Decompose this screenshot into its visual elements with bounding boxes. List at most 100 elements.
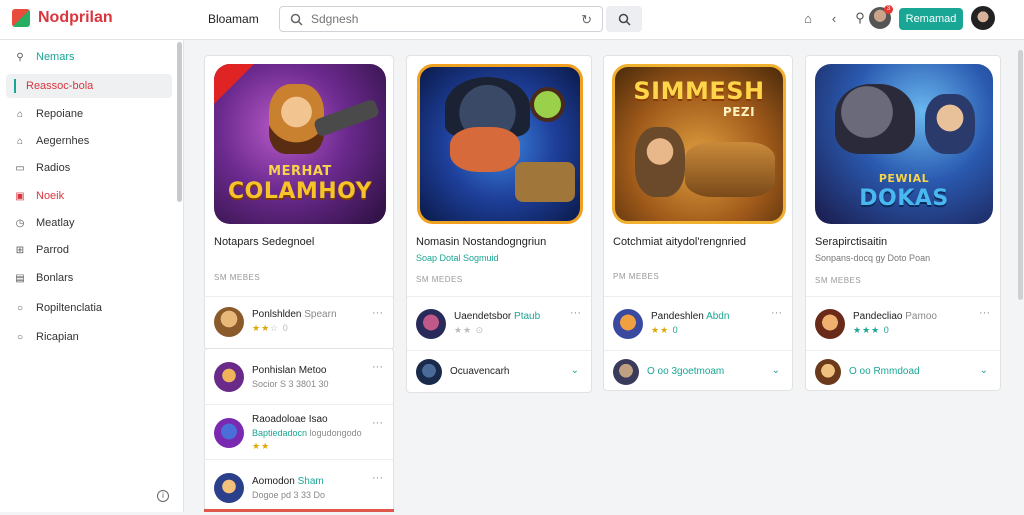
- list-item[interactable]: Raoadoloae Isao Baptiedadocn logudongodo…: [205, 404, 393, 460]
- sidebar-item-6[interactable]: ◷ Meatlay: [6, 211, 172, 235]
- card-title: Cotchmiat aitydol'rengnried: [613, 236, 746, 248]
- main-scrollbar[interactable]: [1018, 50, 1023, 300]
- primary-action-button[interactable]: Remamad: [899, 8, 963, 30]
- item-sub: logudongodo: [309, 427, 362, 438]
- item-title: Raoadoloae Isao: [252, 413, 328, 425]
- card-expand-row[interactable]: Ocuavencarh ⌄: [407, 350, 591, 392]
- rating-stars: ★★ ⊙: [454, 325, 485, 335]
- creature-shape: [835, 84, 915, 154]
- game-art[interactable]: MERHAT COLAMHOY: [214, 64, 386, 224]
- item-thumb: [214, 472, 244, 503]
- sidebar-item-1[interactable]: Reassoc-bola: [6, 74, 172, 98]
- info-icon[interactable]: i: [157, 490, 169, 502]
- card-player-row[interactable]: Pandecliao Pamoo ★★★ 0 ···: [806, 296, 1000, 350]
- more-icon[interactable]: ···: [771, 307, 782, 319]
- home-icon[interactable]: ⌂: [800, 10, 816, 26]
- stars-filled: ★★: [651, 325, 670, 335]
- card-expand-row[interactable]: O oo 3goetmoam ⌄: [604, 350, 792, 392]
- user-avatar[interactable]: [971, 6, 995, 30]
- card-player-row[interactable]: Pandeshlen Abdn ★★ 0 ···: [604, 296, 792, 350]
- notification-badge: 3: [884, 5, 893, 14]
- game-card[interactable]: Nomasin Nostandogngriun Soap Dotal Sogmu…: [406, 55, 592, 393]
- refresh-icon[interactable]: ↻: [581, 12, 592, 28]
- sidebar-item-label: Reassoc-bola: [26, 80, 94, 92]
- more-icon[interactable]: ···: [372, 361, 383, 373]
- card-player-row[interactable]: Ponlshlden Spearn ★★☆ 0 ···: [205, 296, 393, 346]
- card-expand-row[interactable]: O oo Rmmdoad ⌄: [806, 350, 1000, 392]
- sidebar-item-label: Parrod: [36, 244, 70, 256]
- item-thumb: [214, 417, 244, 448]
- expand-avatar: [416, 358, 442, 385]
- row-title-extra: Spearn: [304, 309, 337, 320]
- plus-box-icon: ⊞: [15, 244, 25, 256]
- sidebar-item-5[interactable]: ▣ Noeik: [6, 184, 172, 208]
- sidebar-item-label: Nemars: [36, 51, 75, 63]
- item-accent: Baptiedadocn: [252, 427, 308, 438]
- sidebar-item-2[interactable]: ⌂ Repoiane: [6, 102, 172, 126]
- list-item[interactable]: Ponhislan Metoo Socior S 3 3801 30 ···: [205, 349, 393, 405]
- sidebar-item-label: Ropiltenclatia: [36, 302, 103, 314]
- art-kicker: PEZI: [722, 105, 756, 119]
- card-sub: Soap Dotal Sogmuid: [416, 253, 499, 263]
- more-icon[interactable]: ···: [372, 417, 383, 429]
- row-title: Pandeshlen: [651, 311, 704, 322]
- sidebar-item-7[interactable]: ⊞ Parrod: [6, 238, 172, 262]
- more-icon[interactable]: ···: [979, 307, 990, 319]
- bag-icon: ⌂: [16, 108, 24, 120]
- expand-avatar: [815, 358, 841, 385]
- sidebar-item-label: Aegernhes: [36, 135, 90, 147]
- art-title: COLAMHOY: [227, 179, 373, 204]
- chevron-down-icon[interactable]: ⌄: [980, 365, 988, 376]
- row-title-accent: Abdn: [706, 311, 730, 322]
- game-card[interactable]: MERHAT COLAMHOY Notapars Sedegnoel SM ME…: [204, 55, 394, 350]
- chevron-down-icon[interactable]: ⌄: [772, 365, 780, 376]
- corner-ribbon: [214, 64, 254, 104]
- cannon-shape: [685, 142, 775, 197]
- sidebar-item-4[interactable]: ▭ Radios: [6, 156, 172, 180]
- game-card[interactable]: SIMMESH PEZI Cotchmiat aitydol'rengnried…: [603, 55, 793, 391]
- item-title: Ponhislan Metoo: [252, 365, 327, 376]
- sidebar-item-label: Noeik: [36, 190, 65, 202]
- search-box[interactable]: ↻: [279, 6, 603, 32]
- art-title: DOKAS: [859, 186, 949, 211]
- face-shape: [450, 127, 520, 172]
- search-button[interactable]: [606, 6, 642, 32]
- chevron-down-icon[interactable]: ⌄: [571, 365, 579, 376]
- art-kicker: PEWIAL: [878, 172, 930, 185]
- app-title: Nodprilan: [38, 9, 113, 26]
- card-player-row[interactable]: Uaendetsbor Ptaub ★★ ⊙ ···: [407, 296, 591, 350]
- section-title: Bloamam: [208, 12, 259, 26]
- rating-stars: ★★★ 0: [853, 325, 890, 335]
- back-icon[interactable]: ‹: [826, 10, 842, 26]
- game-art[interactable]: SIMMESH PEZI: [612, 64, 786, 224]
- location-icon[interactable]: ⚲: [852, 10, 868, 26]
- sidebar-item-3[interactable]: ⌂ Aegernhes: [6, 129, 172, 153]
- logo-mark-icon: [12, 9, 30, 27]
- player-avatar: [416, 308, 446, 339]
- game-art[interactable]: [417, 64, 583, 224]
- sidebar-item-label: Radios: [36, 162, 71, 174]
- sidebar-item-0[interactable]: ⚲ Nemars: [6, 45, 172, 69]
- sidebar-scrollbar[interactable]: [177, 42, 182, 202]
- card-title: Notapars Sedegnoel: [214, 236, 315, 248]
- more-icon[interactable]: ···: [570, 307, 581, 319]
- search-icon: ⚲: [16, 51, 24, 63]
- sidebar-item-10[interactable]: ○ Ricapian: [6, 325, 172, 349]
- more-icon[interactable]: ···: [372, 307, 383, 319]
- list-item[interactable]: Aomodon Sham Dogoe pd 3 33 Do ···: [205, 459, 393, 515]
- item-accent: Sham: [297, 475, 324, 487]
- app-logo[interactable]: Nodprilan: [12, 9, 113, 27]
- game-art[interactable]: PEWIAL DOKAS: [815, 64, 993, 224]
- circle-icon: ○: [16, 302, 24, 314]
- sidebar-item-label: Bonlars: [36, 272, 74, 284]
- more-icon[interactable]: ···: [372, 472, 383, 484]
- stars-filled: ★★: [252, 323, 271, 333]
- search-input[interactable]: [311, 12, 561, 26]
- sidebar-item-9[interactable]: ○ Ropiltenclatia: [6, 296, 172, 320]
- sidebar-item-8[interactable]: ▤ Bonlars: [6, 266, 172, 290]
- item-title: Aomodon: [252, 475, 295, 487]
- character-figure: [635, 127, 685, 197]
- sidebar-item-label: Meatlay: [36, 217, 75, 229]
- game-card[interactable]: PEWIAL DOKAS Serapirctisaitin Sonpans-do…: [805, 55, 1001, 391]
- circle-icon: ○: [16, 331, 24, 343]
